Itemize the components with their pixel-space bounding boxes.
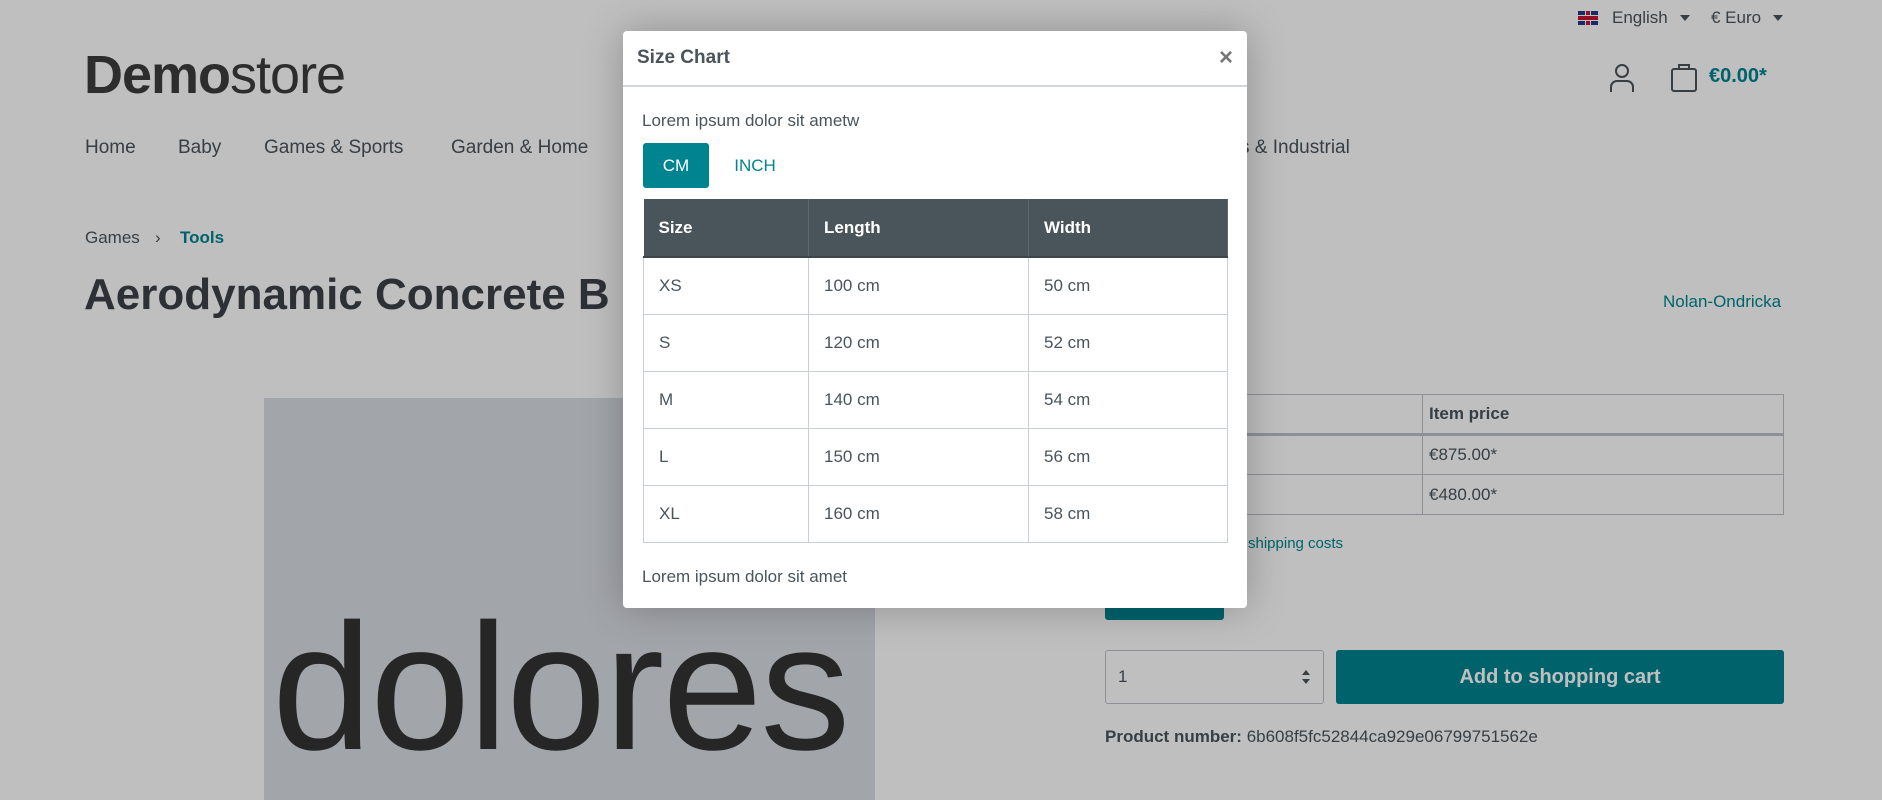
size-cell: L <box>643 427 809 486</box>
length-cell: 120 cm <box>808 313 1029 372</box>
table-header-row: Size Length Width <box>643 199 1228 258</box>
modal-intro: Lorem ipsum dolor sit ametw <box>642 111 860 130</box>
length-cell: 140 cm <box>808 370 1029 429</box>
column-header: Length <box>808 199 1029 258</box>
close-icon[interactable]: × <box>1219 44 1233 72</box>
width-cell: 58 cm <box>1028 484 1228 543</box>
width-cell: 54 cm <box>1028 370 1228 429</box>
width-cell: 56 cm <box>1028 427 1228 486</box>
unit-inch-button[interactable]: INCH <box>717 143 793 188</box>
length-cell: 150 cm <box>808 427 1029 486</box>
size-cell: M <box>643 370 809 429</box>
width-cell: 52 cm <box>1028 313 1228 372</box>
length-cell: 100 cm <box>808 256 1029 315</box>
column-header: Width <box>1028 199 1228 258</box>
table-row: S 120 cm 52 cm <box>643 313 1228 372</box>
modal-title: Size Chart <box>637 47 730 68</box>
size-cell: S <box>643 313 809 372</box>
width-cell: 50 cm <box>1028 256 1228 315</box>
size-cell: XL <box>643 484 809 543</box>
size-cell: XS <box>643 256 809 315</box>
table-row: L 150 cm 56 cm <box>643 427 1228 486</box>
modal-footer-text: Lorem ipsum dolor sit amet <box>642 567 848 586</box>
length-cell: 160 cm <box>808 484 1029 543</box>
column-header: Size <box>643 199 809 258</box>
size-chart-table: Size Length Width XS 100 cm 50 cm S 120 cm 5… <box>643 199 1228 543</box>
size-chart-modal: Size Chart × Lorem ipsum dolor sit ametw… <box>623 31 1247 608</box>
table-row: M 140 cm 54 cm <box>643 370 1228 429</box>
modal-header: Size Chart × <box>623 31 1247 87</box>
table-row: XS 100 cm 50 cm <box>643 256 1228 315</box>
table-row: XL 160 cm 58 cm <box>643 484 1228 543</box>
unit-cm-button[interactable]: CM <box>643 143 709 188</box>
